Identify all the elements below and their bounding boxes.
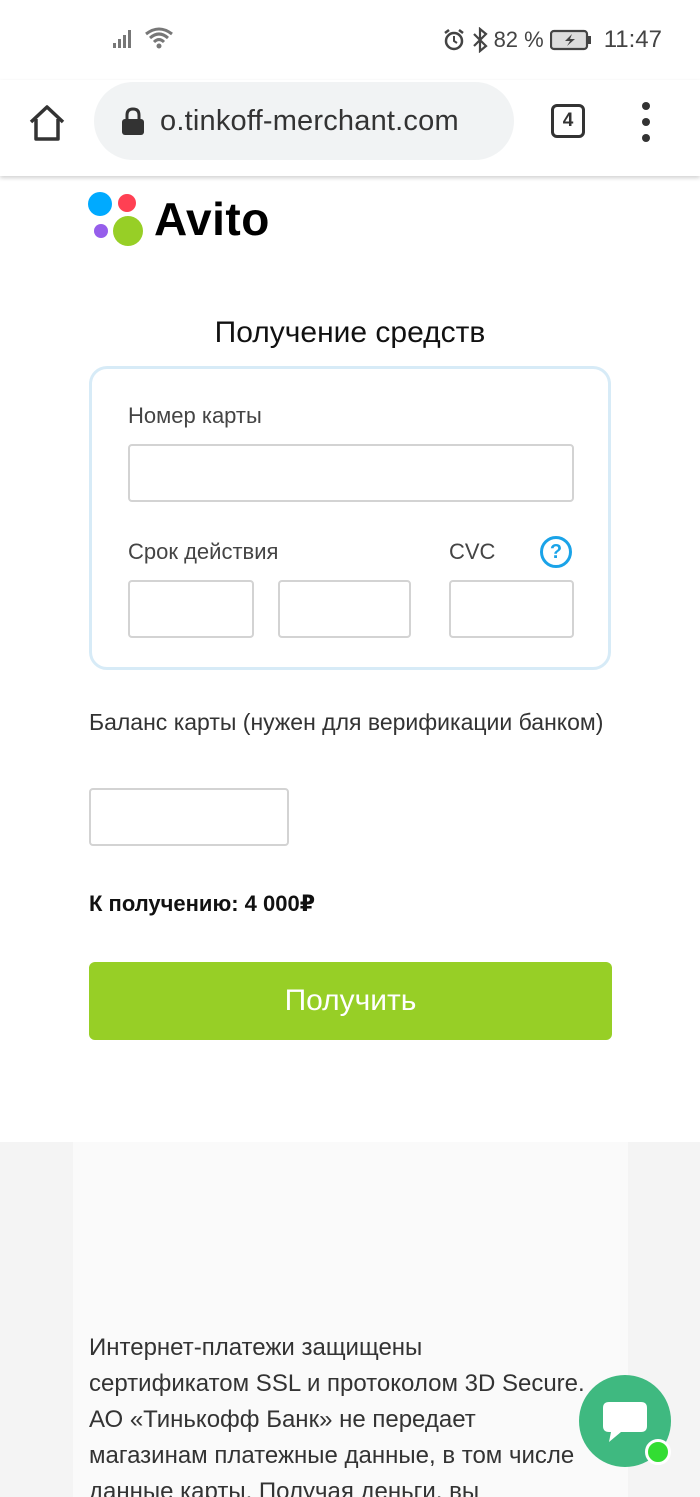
status-left: [112, 26, 174, 50]
clock: 11:47: [603, 26, 662, 53]
cvc-label: CVC: [449, 539, 496, 564]
status-right: 82 % 11:47: [442, 26, 662, 54]
security-notice-line: АО «Тинькофф Банк» не передает: [89, 1406, 476, 1433]
page-title: Получение средств: [214, 316, 486, 349]
cell-signal-icon: [113, 30, 131, 48]
cvc-input[interactable]: [449, 580, 574, 638]
browser-toolbar: o.tinkoff-merchant.com 4: [0, 80, 700, 176]
logo-dots-icon: [88, 190, 146, 248]
overflow-menu-icon[interactable]: [636, 102, 656, 142]
expiry-month-input[interactable]: [128, 580, 254, 638]
card-form: Номер карты Срок действия CVC ?: [89, 366, 611, 670]
alarm-icon: [443, 29, 464, 51]
expiry-label: Срок действия: [128, 539, 279, 564]
lock-icon: [122, 107, 144, 135]
security-notice-line: сертификатом SSL и протоколом 3D Secure.: [89, 1370, 585, 1397]
tab-switcher-button[interactable]: 4: [551, 104, 585, 138]
card-number-input[interactable]: [128, 444, 574, 502]
logo-text: Avito: [154, 193, 270, 245]
amount-to-receive: К получению: 4 000₽: [89, 891, 316, 916]
url-text: o.tinkoff-merchant.com: [160, 104, 459, 137]
security-notice-line: магазинам платежные данные, в том числе: [89, 1442, 575, 1469]
receive-button[interactable]: Получить: [89, 962, 612, 1040]
home-icon[interactable]: [26, 102, 68, 144]
avito-logo: Avito: [88, 190, 270, 248]
online-status-dot: [645, 1439, 671, 1465]
balance-label: Баланс карты (нужен для верификации банк…: [89, 709, 604, 735]
card-number-label: Номер карты: [128, 403, 262, 428]
status-bar: 82 % 11:47: [0, 0, 700, 80]
battery-icon: [549, 29, 591, 51]
chat-bubble-icon: [603, 1402, 647, 1442]
battery-percent: 82 %: [493, 27, 544, 52]
wifi-icon: [145, 27, 173, 49]
bluetooth-icon: [472, 27, 488, 53]
balance-input[interactable]: [89, 788, 289, 846]
security-notice-line: Интернет-платежи защищены: [89, 1334, 423, 1361]
expiry-year-input[interactable]: [278, 580, 411, 638]
security-notice: Интернет-платежи защищены сертификатом S…: [89, 1330, 629, 1497]
address-bar[interactable]: o.tinkoff-merchant.com: [94, 82, 514, 160]
help-icon[interactable]: ?: [540, 536, 572, 568]
security-notice-line: данные карты. Получая деньги, вы: [89, 1478, 480, 1497]
